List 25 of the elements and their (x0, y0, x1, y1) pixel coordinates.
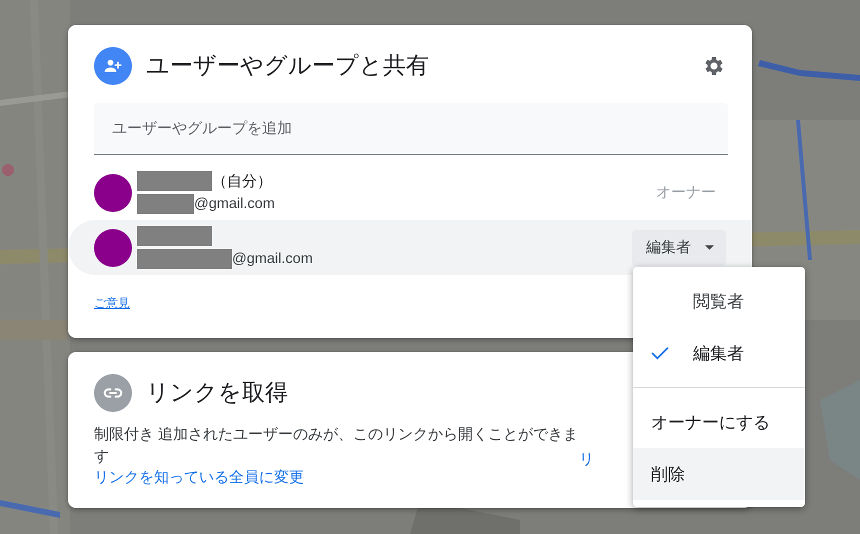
role-label: オーナー (656, 183, 716, 202)
member-email: @gmail.com (232, 251, 313, 267)
redaction-bar (137, 194, 194, 214)
change-access-link[interactable]: リンクを知っている全員に変更 (94, 469, 304, 486)
add-person-icon (94, 47, 132, 85)
feedback-link[interactable]: ご意見 (94, 295, 130, 312)
member-row[interactable]: （自分） @gmail.com オーナー (68, 165, 752, 220)
link-card-title: リンクを取得 (146, 379, 289, 407)
dropdown-caret-icon (705, 245, 714, 250)
menu-item[interactable]: 編集者 (633, 327, 805, 379)
access-description: 制限付き 追加されたユーザーのみが、このリンクから開くことができます (94, 425, 579, 467)
avatar (94, 228, 132, 266)
menu-item[interactable]: 閲覧者 (633, 275, 805, 327)
self-label: （自分） (212, 172, 272, 190)
avatar (94, 174, 132, 212)
role-dropdown[interactable]: 編集者 (632, 230, 726, 266)
menu-item[interactable]: オーナーにする (633, 396, 805, 448)
check-icon (651, 346, 669, 360)
add-people-field[interactable]: ユーザーやグループを追加 (94, 103, 728, 155)
menu-item[interactable]: 削除 (633, 448, 805, 500)
link-icon (94, 374, 132, 412)
member-row[interactable]: @gmail.com 編集者 (68, 220, 752, 275)
member-email: @gmail.com (194, 196, 275, 212)
copy-link[interactable]: リ (579, 450, 594, 487)
dialog-title: ユーザーやグループと共有 (146, 52, 430, 80)
